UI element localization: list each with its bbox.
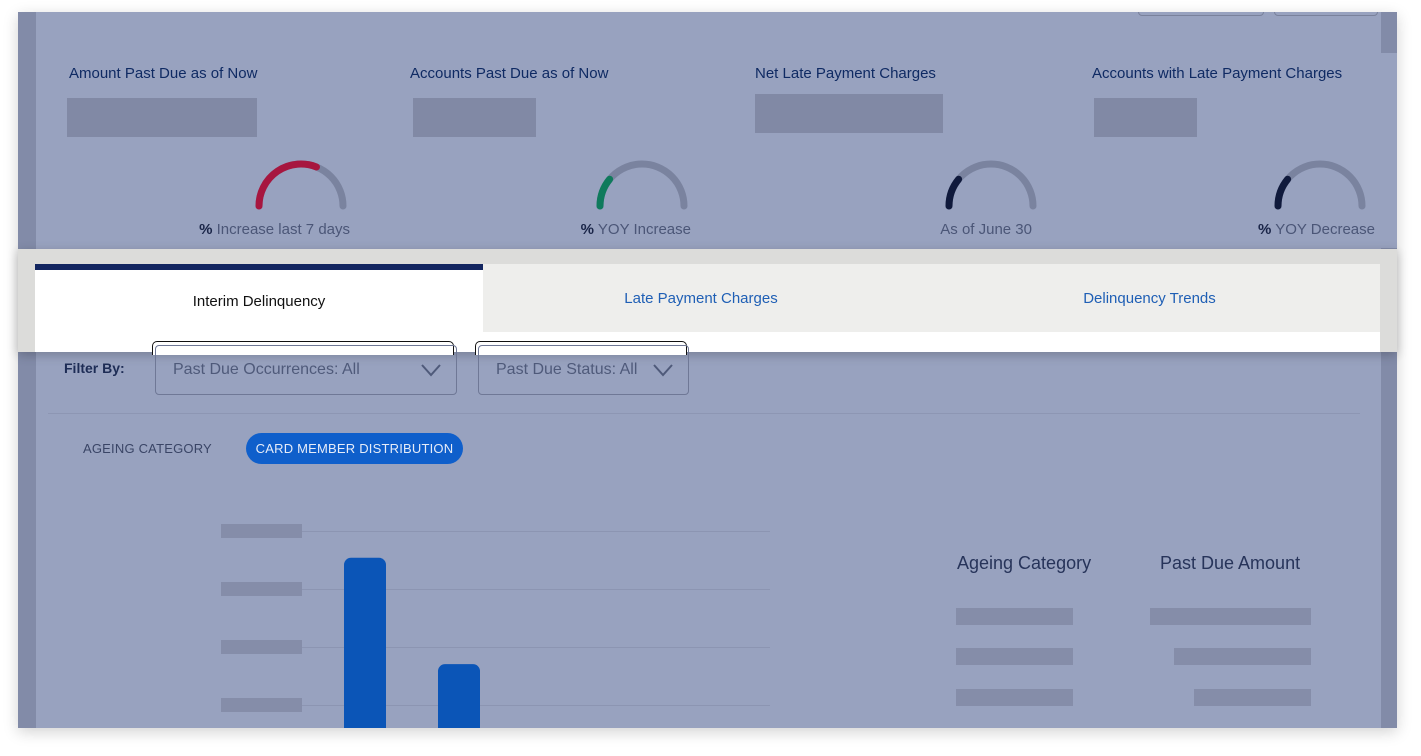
table-header-ageing-category: Ageing Category xyxy=(957,553,1092,573)
gauge-icon xyxy=(1274,160,1366,210)
table-header-past-due-amount: Past Due Amount xyxy=(1160,553,1301,573)
gauge-track xyxy=(596,160,688,210)
y-tick-label-placeholder xyxy=(221,524,302,538)
chart-bar[interactable] xyxy=(438,664,480,728)
tab-late-payment-charges[interactable]: Late Payment Charges xyxy=(483,264,919,332)
kpi-card-accounts-past-due[interactable]: Accounts Past Due as of Now % YOY Increa… xyxy=(395,53,714,248)
table-cell-placeholder xyxy=(956,648,1073,665)
table-cell-placeholder xyxy=(1194,689,1311,706)
kpi-value-placeholder xyxy=(1094,98,1197,137)
table-cell-placeholder xyxy=(1150,608,1311,625)
kpi-title: Accounts Past Due as of Now xyxy=(410,65,609,82)
table-cell-placeholder xyxy=(956,608,1073,625)
select-value: Past Due Occurrences: All xyxy=(173,361,360,378)
kpi-title: Accounts with Late Payment Charges xyxy=(1092,65,1343,82)
kpi-value-placeholder xyxy=(755,94,943,133)
tab-interim-delinquency[interactable]: Interim Delinquency xyxy=(35,264,483,332)
kpi-card-amount-past-due[interactable]: Amount Past Due as of Now % Increase las… xyxy=(54,53,373,248)
filter-label: Filter By: xyxy=(64,360,125,376)
gauge-track xyxy=(945,160,1037,210)
y-tick-label-placeholder xyxy=(221,698,302,712)
kpi-footnote: As of June 30 xyxy=(940,221,1032,238)
tabs-panel: Interim Delinquency Late Payment Charges… xyxy=(18,249,1397,355)
tab-delinquency-trends[interactable]: Delinquency Trends xyxy=(919,264,1380,332)
gauge-fill xyxy=(596,175,614,210)
table-cell-placeholder xyxy=(956,689,1073,706)
y-tick-label-placeholder xyxy=(221,582,302,596)
kpi-footnote: % YOY Increase xyxy=(580,221,691,238)
kpi-footnote: % YOY Decrease xyxy=(1257,221,1375,238)
gauge-fill xyxy=(1274,175,1292,210)
kpi-footnote: % Increase last 7 days xyxy=(199,221,350,238)
gauge-icon xyxy=(596,160,688,210)
toolbar-button-right[interactable] xyxy=(1274,12,1378,16)
top-toolbar xyxy=(36,12,1381,39)
divider xyxy=(48,413,1360,414)
past-due-occurrences-select[interactable]: Past Due Occurrences: All xyxy=(155,345,457,395)
kpi-title: Amount Past Due as of Now xyxy=(69,65,258,82)
kpi-card-net-late-payment-charges[interactable]: Net Late Payment Charges As of June 30 xyxy=(736,53,1055,248)
kpi-value-placeholder xyxy=(413,98,536,137)
toolbar-button-left[interactable] xyxy=(1138,12,1264,16)
chevron-down-icon xyxy=(421,364,441,377)
chevron-down-icon xyxy=(653,364,673,377)
kpi-title: Net Late Payment Charges xyxy=(755,65,936,82)
past-due-status-select[interactable]: Past Due Status: All xyxy=(478,345,689,395)
ageing-category-toggle[interactable]: AGEING CATEGORY xyxy=(83,441,212,456)
gauge-fill xyxy=(945,175,963,210)
chart-gridline xyxy=(300,531,770,532)
kpi-card-accounts-late-payment-charges[interactable]: Accounts with Late Payment Charges % YOY… xyxy=(1077,53,1397,248)
gauge-track xyxy=(1274,160,1366,210)
gauge-fill xyxy=(255,160,320,210)
gauge-track xyxy=(255,160,347,210)
gauge-icon xyxy=(255,160,347,210)
select-value: Past Due Status: All xyxy=(496,361,638,378)
card-member-distribution-toggle[interactable]: CARD MEMBER DISTRIBUTION xyxy=(246,433,463,464)
distribution-bar-chart xyxy=(221,524,770,728)
chart-bar[interactable] xyxy=(344,557,386,728)
gauge-icon xyxy=(945,160,1037,210)
y-tick-label-placeholder xyxy=(221,640,302,654)
table-cell-placeholder xyxy=(1174,648,1311,665)
kpi-value-placeholder xyxy=(67,98,257,137)
